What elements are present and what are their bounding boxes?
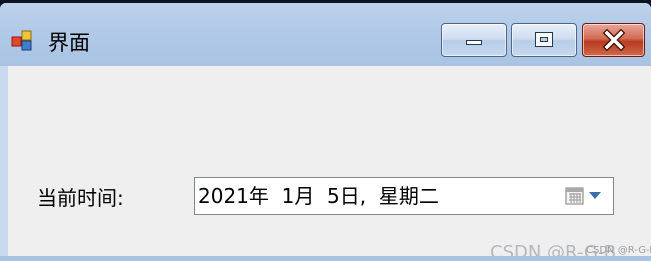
date-picker-dropdown-button[interactable]	[562, 181, 610, 211]
app-icon[interactable]	[11, 29, 33, 51]
minimize-icon	[466, 40, 482, 45]
window-title: 界面	[48, 31, 90, 55]
app-window: 界面 当前时间: 2021年 1月 5日, 星期二 CSDN @R-G-B CS…	[0, 3, 651, 261]
close-button[interactable]	[582, 23, 645, 57]
minimize-button[interactable]	[441, 23, 507, 57]
close-icon	[601, 28, 627, 52]
window-bottom-border	[0, 256, 651, 261]
date-value[interactable]: 2021年 1月 5日, 星期二	[198, 183, 439, 209]
maximize-icon	[535, 32, 553, 47]
chevron-down-icon	[589, 192, 601, 199]
calendar-icon	[565, 186, 584, 205]
form-client-area: 当前时间: 2021年 1月 5日, 星期二 CSDN @R-G-B CSDN …	[8, 66, 651, 261]
date-picker[interactable]: 2021年 1月 5日, 星期二	[194, 177, 614, 215]
current-time-label: 当前时间:	[37, 186, 124, 210]
title-bar[interactable]: 界面	[0, 3, 651, 66]
maximize-button[interactable]	[511, 23, 577, 57]
